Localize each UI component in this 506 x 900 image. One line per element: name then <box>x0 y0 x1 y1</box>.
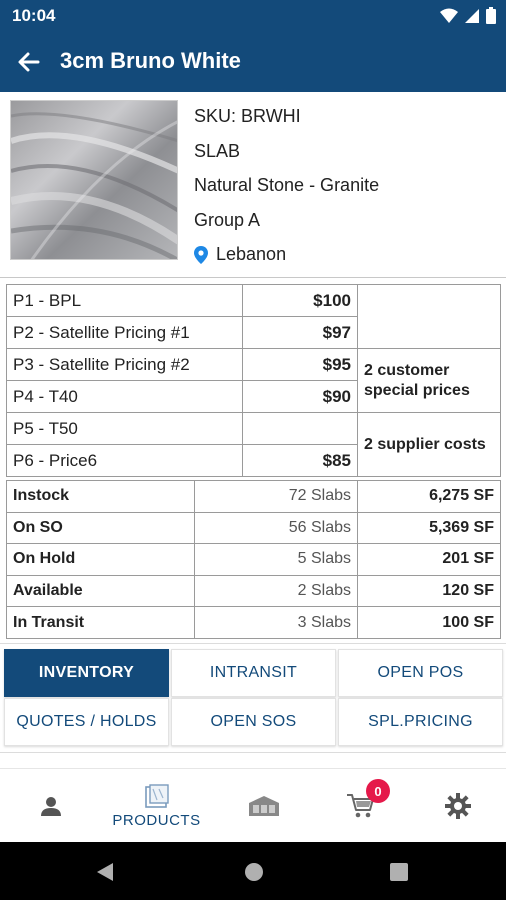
nav-cart[interactable]: 0 <box>310 769 411 843</box>
tab-open-sos[interactable]: OPEN SOS <box>171 698 336 746</box>
back-button[interactable] <box>14 47 44 77</box>
status-bar: 10:04 <box>0 0 506 31</box>
nav-settings[interactable] <box>407 769 506 843</box>
stock-slabs: 56 Slabs <box>194 511 358 545</box>
table-row: On SO 56 Slabs 5,369 SF <box>6 511 501 545</box>
stock-sf: 120 SF <box>357 574 501 608</box>
nav-warehouse[interactable] <box>213 769 314 843</box>
nav-profile[interactable] <box>0 769 101 843</box>
stock-sf: 201 SF <box>357 543 501 576</box>
price-label: P5 - T50 <box>6 412 243 445</box>
gear-icon <box>444 793 471 819</box>
person-icon <box>40 797 61 816</box>
tab-grid: INVENTORY INTRANSIT OPEN POS QUOTES / HO… <box>4 647 504 747</box>
home-circle-icon[interactable] <box>244 862 264 882</box>
price-note-empty <box>357 284 501 349</box>
stock-slabs: 72 Slabs <box>194 480 358 513</box>
stock-sf: 100 SF <box>357 606 501 639</box>
bottom-nav: PRODUCTS 0 <box>0 768 506 842</box>
tab-quotes-holds[interactable]: QUOTES / HOLDS <box>4 698 169 746</box>
wifi-icon <box>440 8 458 23</box>
table-row: Instock 72 Slabs 6,275 SF <box>6 480 501 513</box>
table-row: Available 2 Slabs 120 SF <box>6 574 501 608</box>
product-form: SLAB <box>194 141 241 161</box>
tab-intransit[interactable]: INTRANSIT <box>171 649 336 697</box>
recents-square-icon[interactable] <box>390 863 408 881</box>
pricing-table: P1 - BPL $100 P2 - Satellite Pricing #1 … <box>6 284 501 477</box>
marble-slab-image <box>11 101 177 259</box>
price-amount: $85 <box>242 444 358 477</box>
nav-products[interactable]: PRODUCTS <box>106 769 207 843</box>
price-label: P3 - Satellite Pricing #2 <box>6 348 243 381</box>
tab-spl-pricing[interactable]: SPL.PRICING <box>338 698 503 746</box>
table-row: P1 - BPL $100 <box>6 284 501 349</box>
supplier-costs-link[interactable]: 2 supplier costs <box>357 412 501 477</box>
location-label: Lebanon <box>216 244 287 264</box>
price-label: P2 - Satellite Pricing #1 <box>6 316 243 349</box>
battery-icon <box>486 7 496 24</box>
arrow-left-icon <box>18 52 40 72</box>
products-icon <box>144 783 169 808</box>
product-category: Natural Stone - Granite <box>194 175 380 195</box>
app-bar: 3cm Bruno White <box>0 31 506 92</box>
cart-count-badge: 0 <box>366 779 390 803</box>
price-label: P1 - BPL <box>6 284 243 317</box>
customer-special-prices-link[interactable]: 2 customer special prices <box>357 348 501 413</box>
signal-icon <box>465 8 479 23</box>
status-time: 10:04 <box>12 6 56 25</box>
price-amount <box>242 412 358 445</box>
stock-label: On SO <box>6 511 195 545</box>
table-row: On Hold 5 Slabs 201 SF <box>6 543 501 576</box>
system-nav-bar <box>0 842 506 900</box>
stock-slabs: 5 Slabs <box>194 543 358 576</box>
stock-label: On Hold <box>6 543 195 576</box>
location-pin-icon <box>194 245 208 264</box>
nav-products-label: PRODUCTS <box>112 811 201 829</box>
stock-slabs: 2 Slabs <box>194 574 358 608</box>
tab-inventory[interactable]: INVENTORY <box>4 649 169 697</box>
status-icons <box>440 7 496 24</box>
price-label: P4 - T40 <box>6 380 243 413</box>
stock-sf: 6,275 SF <box>357 480 501 513</box>
warehouse-icon <box>248 796 279 816</box>
stock-sf: 5,369 SF <box>357 511 501 545</box>
price-label: P6 - Price6 <box>6 444 243 477</box>
divider <box>0 752 506 753</box>
back-triangle-icon[interactable] <box>96 862 114 882</box>
price-amount: $100 <box>242 284 358 317</box>
price-amount: $95 <box>242 348 358 381</box>
table-row: P5 - T50 2 supplier costs <box>6 412 501 477</box>
page-title: 3cm Bruno White <box>60 48 241 73</box>
stock-label: In Transit <box>6 606 195 639</box>
stock-slabs: 3 Slabs <box>194 606 358 639</box>
product-sku: SKU: BRWHI <box>194 106 301 126</box>
divider <box>0 643 506 644</box>
table-row: In Transit 3 Slabs 100 SF <box>6 606 501 639</box>
product-location: Lebanon <box>194 244 286 265</box>
product-image[interactable] <box>10 100 178 260</box>
stock-label: Available <box>6 574 195 608</box>
stock-table: Instock 72 Slabs 6,275 SF On SO 56 Slabs… <box>6 480 501 639</box>
price-amount: $97 <box>242 316 358 349</box>
table-row: P3 - Satellite Pricing #2 $95 2 customer… <box>6 348 501 413</box>
price-amount: $90 <box>242 380 358 413</box>
product-group: Group A <box>194 210 261 230</box>
product-header: SKU: BRWHI SLAB Natural Stone - Granite … <box>0 92 506 278</box>
tab-open-pos[interactable]: OPEN POS <box>338 649 503 697</box>
stock-label: Instock <box>6 480 195 513</box>
